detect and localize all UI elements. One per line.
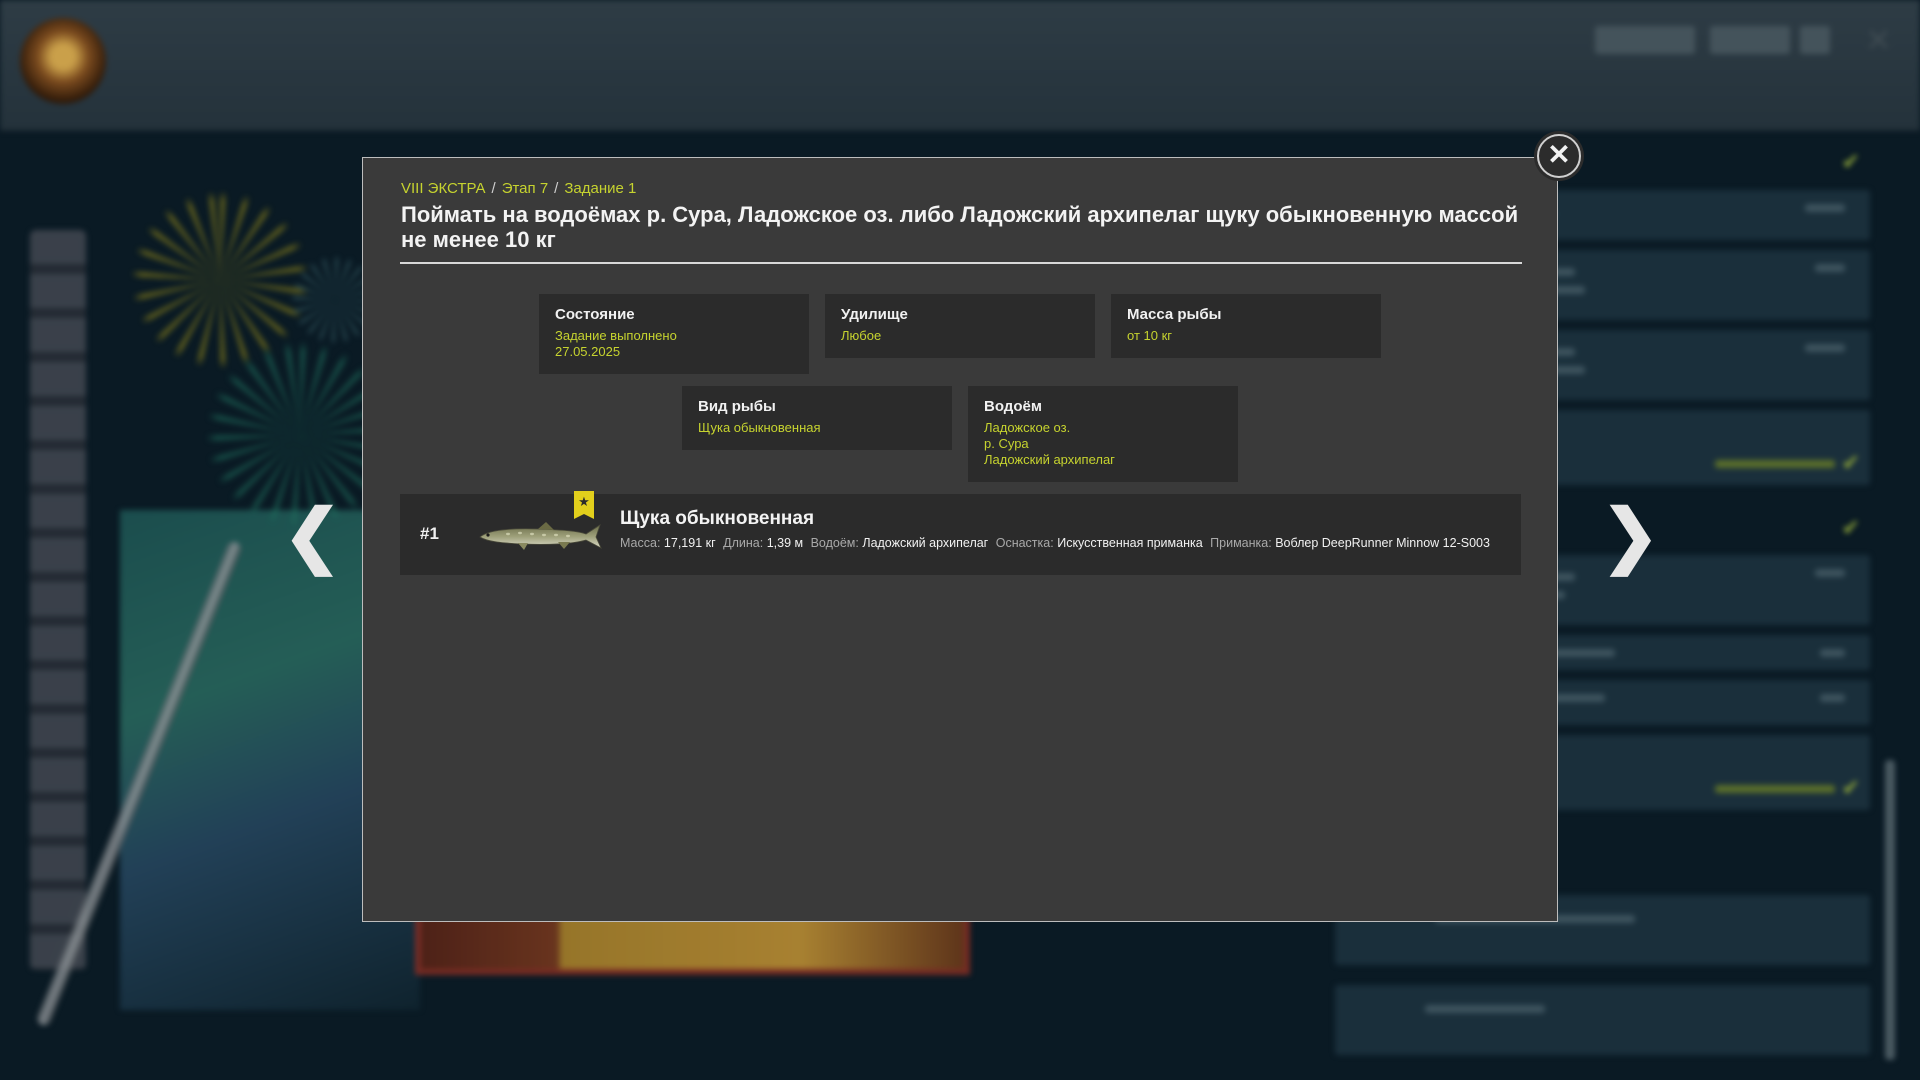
catch-mass: 17,191 кг (663, 536, 716, 550)
catch-result-row[interactable]: #1 ★ Щука обыкновенная Масса: 17,191 кг … (400, 491, 1521, 575)
state-value: Задание выполнено (555, 328, 677, 343)
close-icon[interactable]: ✕ (1537, 134, 1581, 178)
breadcrumb-separator: / (554, 180, 559, 197)
task-title: Поймать на водоёмах р. Сура, Ладожское о… (401, 202, 1519, 252)
checkmark-icon: ✔ (1841, 775, 1860, 800)
vertical-banner (30, 230, 86, 970)
breadcrumb: VIII ЭКСТРА / Этап 7 / Задание 1 (401, 180, 636, 197)
mass-value: от 10 кг (1127, 328, 1173, 343)
checkmark-icon: ✔ (1841, 149, 1860, 174)
state-label: Состояние (555, 306, 635, 323)
chevron-right-icon[interactable]: ❯ (1601, 500, 1660, 570)
water-value: р. Сура (984, 436, 1029, 451)
breadcrumb-event: VIII ЭКСТРА (401, 180, 486, 197)
catch-tackle-label: Оснастка: (995, 536, 1054, 550)
rod-value: Любое (841, 328, 882, 343)
catch-bait: Воблер DeepRunner Minnow 12-S003 (1275, 536, 1490, 550)
checkmark-icon: ✔ (1841, 515, 1860, 540)
water-value: Ладожский архипелаг (984, 452, 1115, 467)
catch-details: Масса: 17,191 кг Длина: 1,39 м Водоём: Л… (620, 535, 1500, 551)
add-currency-button[interactable] (1800, 26, 1830, 54)
top-bar: ✕ (0, 0, 1920, 131)
catch-rank: #1 (420, 524, 439, 543)
water-label: Водоём (984, 398, 1042, 415)
catch-water: Ладожский архипелаг (862, 536, 989, 550)
star-icon: ★ (574, 491, 594, 519)
info-card-fish: Вид рыбы Щука обыкновенная (682, 386, 952, 450)
mass-label: Масса рыбы (1127, 306, 1222, 323)
breadcrumb-task: Задание 1 (564, 180, 637, 197)
breadcrumb-separator: / (491, 180, 496, 197)
catch-water-label: Водоём: (810, 536, 859, 550)
catch-bait-label: Приманка: (1210, 536, 1272, 550)
breadcrumb-stage: Этап 7 (501, 180, 549, 197)
info-card-mass: Масса рыбы от 10 кг (1111, 294, 1381, 358)
catch-fish-name: Щука обыкновенная (620, 508, 815, 529)
catch-tackle: Искусственная приманка (1057, 536, 1203, 550)
fish-label: Вид рыбы (698, 398, 776, 415)
pike-fish-icon (479, 522, 602, 550)
water-value: Ладожское оз. (984, 420, 1071, 435)
checkmark-icon: ✔ (1841, 450, 1860, 475)
info-card-rod: Удилище Любое (825, 294, 1095, 358)
catch-length-label: Длина: (723, 536, 764, 550)
rod-label: Удилище (841, 306, 908, 323)
info-card-water: Водоём Ладожское оз. р. Сура Ладожский а… (968, 386, 1238, 482)
fish-value: Щука обыкновенная (698, 420, 821, 435)
catch-mass-label: Масса: (620, 536, 661, 550)
task-details-modal: VIII ЭКСТРА / Этап 7 / Задание 1 Поймать на … (362, 157, 1558, 922)
title-divider (400, 262, 1522, 264)
chevron-left-icon[interactable]: ❮ (283, 500, 342, 570)
info-card-state: Состояние Задание выполнено 27.05.2025 (539, 294, 809, 374)
player-avatar (20, 18, 106, 104)
background-scrollbar[interactable] (1885, 760, 1895, 1060)
screen-close-icon[interactable]: ✕ (1865, 24, 1892, 56)
currency-gold (1710, 26, 1790, 54)
currency-silver (1595, 26, 1695, 54)
catch-length: 1,39 м (766, 536, 804, 550)
state-date: 27.05.2025 (555, 344, 621, 359)
list-item (1335, 985, 1870, 1055)
